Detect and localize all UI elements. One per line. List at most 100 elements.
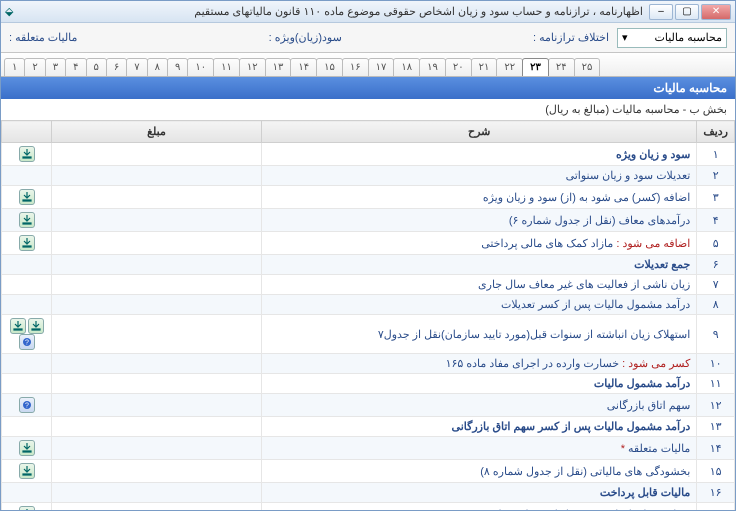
tab-16[interactable]: ۱۶ (342, 58, 369, 76)
row-amount[interactable] (52, 143, 262, 166)
row-actions (2, 374, 52, 394)
tab-21[interactable]: ۲۱ (471, 58, 498, 76)
row-amount[interactable] (52, 437, 262, 460)
table-row: ۱۶مالیات قابل پرداخت (2, 483, 735, 503)
col-header-desc: شرح (262, 121, 697, 143)
table-row: ۱۲سهم اتاق بازرگانی? (2, 394, 735, 417)
tab-11[interactable]: ۱۱ (213, 58, 240, 76)
download-icon[interactable] (19, 235, 35, 251)
download-icon[interactable] (19, 506, 35, 510)
row-desc: درآمد مشمول مالیات پس از کسر تعدیلات (262, 295, 697, 315)
window-maximize-button[interactable]: ▢ (675, 4, 699, 20)
tab-2[interactable]: ۲ (24, 58, 45, 76)
row-actions (2, 166, 52, 186)
help-icon[interactable]: ? (19, 334, 35, 350)
row-amount[interactable] (52, 483, 262, 503)
row-amount[interactable] (52, 255, 262, 275)
row-no: ۱۶ (697, 483, 735, 503)
row-no: ۱۲ (697, 394, 735, 417)
row-no: ۴ (697, 209, 735, 232)
row-amount[interactable] (52, 354, 262, 374)
tab-3[interactable]: ۳ (45, 58, 66, 76)
table-row: ۴درآمدهای معاف (نقل از جدول شماره ۶) (2, 209, 735, 232)
row-amount[interactable] (52, 295, 262, 315)
row-desc: درآمد مشمول مالیات پس از کسر سهم اتاق با… (262, 417, 697, 437)
svg-text:?: ? (25, 340, 29, 347)
row-no: ۸ (697, 295, 735, 315)
row-amount[interactable] (52, 394, 262, 417)
row-amount[interactable] (52, 275, 262, 295)
table-row: ۱۳درآمد مشمول مالیات پس از کسر سهم اتاق … (2, 417, 735, 437)
svg-text:?: ? (25, 403, 29, 410)
table-row: ۱۵بخشودگی های مالیاتی (نقل از جدول شماره… (2, 460, 735, 483)
tab-14[interactable]: ۱۴ (290, 58, 317, 76)
row-no: ۲ (697, 166, 735, 186)
download-icon[interactable] (19, 146, 35, 162)
row-no: ۹ (697, 315, 735, 354)
row-no: ۱ (697, 143, 735, 166)
row-amount[interactable] (52, 374, 262, 394)
row-actions: ? (2, 394, 52, 417)
row-desc: کسر می شود : خسارت وارده در اجرای مفاد م… (262, 354, 697, 374)
tab-17[interactable]: ۱۷ (368, 58, 395, 76)
tab-9[interactable]: ۹ (167, 58, 188, 76)
tab-10[interactable]: ۱۰ (187, 58, 214, 76)
tab-strip: ۱۲۳۴۵۶۷۸۹۱۰۱۱۱۲۱۳۱۴۱۵۱۶۱۷۱۸۱۹۲۰۲۱۲۲۲۳۲۴۲… (1, 53, 735, 77)
window-close-button[interactable]: ✕ (701, 4, 731, 20)
row-actions (2, 417, 52, 437)
row-amount[interactable] (52, 315, 262, 354)
table-row: ۲تعدیلات سود و زیان سنواتی (2, 166, 735, 186)
row-desc: تعدیلات سود و زیان سنواتی (262, 166, 697, 186)
tab-6[interactable]: ۶ (106, 58, 127, 76)
tab-13[interactable]: ۱۳ (265, 58, 292, 76)
tab-25[interactable]: ۲۵ (574, 58, 601, 76)
tab-24[interactable]: ۲۴ (548, 58, 575, 76)
table-row: ۵اضافه می شود : مازاد کمک های مالی پرداخ… (2, 232, 735, 255)
row-amount[interactable] (52, 417, 262, 437)
row-amount[interactable] (52, 232, 262, 255)
section-dropdown[interactable]: محاسبه مالیات ▾ (617, 28, 727, 48)
tab-22[interactable]: ۲۲ (496, 58, 523, 76)
tab-19[interactable]: ۱۹ (419, 58, 446, 76)
label-tax: مالیات متعلقه : (9, 31, 77, 44)
tab-18[interactable]: ۱۸ (393, 58, 420, 76)
tab-23[interactable]: ۲۳ (522, 58, 549, 76)
table-row: ۱۰کسر می شود : خسارت وارده در اجرای مفاد… (2, 354, 735, 374)
download-icon[interactable] (10, 318, 26, 334)
content-area: محاسبه مالیات بخش ب - محاسبه مالیات (مبا… (1, 77, 735, 510)
tab-8[interactable]: ۸ (147, 58, 168, 76)
tab-12[interactable]: ۱۲ (239, 58, 266, 76)
row-desc: استهلاک زیان انباشته از سنوات قبل(مورد ت… (262, 315, 697, 354)
row-desc: اضافه (کسر) می شود به (از) سود و زیان وی… (262, 186, 697, 209)
row-actions (2, 503, 52, 511)
label-diff: اختلاف ترازنامه : (533, 31, 609, 44)
download-icon[interactable] (28, 318, 44, 334)
row-no: ۵ (697, 232, 735, 255)
window-minimize-button[interactable]: – (649, 4, 673, 20)
row-amount[interactable] (52, 186, 262, 209)
row-desc: اضافه می شود : مازاد کمک های مالی پرداخت… (262, 232, 697, 255)
row-no: ۷ (697, 275, 735, 295)
table-row: ۱۷پرداخت های انجام شده (نقل از جدول شمار… (2, 503, 735, 511)
download-icon[interactable] (19, 440, 35, 456)
row-actions (2, 354, 52, 374)
download-icon[interactable] (19, 189, 35, 205)
row-amount[interactable] (52, 209, 262, 232)
row-amount[interactable] (52, 460, 262, 483)
tab-7[interactable]: ۷ (126, 58, 147, 76)
row-desc: سهم اتاق بازرگانی (262, 394, 697, 417)
download-icon[interactable] (19, 463, 35, 479)
tab-5[interactable]: ۵ (86, 58, 107, 76)
help-icon[interactable]: ? (19, 397, 35, 413)
download-icon[interactable] (19, 212, 35, 228)
row-no: ۱۱ (697, 374, 735, 394)
tab-15[interactable]: ۱۵ (316, 58, 343, 76)
tab-4[interactable]: ۴ (65, 58, 86, 76)
table-row: ۱۱درآمد مشمول مالیات (2, 374, 735, 394)
row-amount[interactable] (52, 166, 262, 186)
tab-20[interactable]: ۲۰ (445, 58, 472, 76)
row-desc: جمع تعدیلات (262, 255, 697, 275)
col-header-amount: مبلغ (52, 121, 262, 143)
tab-1[interactable]: ۱ (4, 58, 25, 76)
row-amount[interactable] (52, 503, 262, 511)
